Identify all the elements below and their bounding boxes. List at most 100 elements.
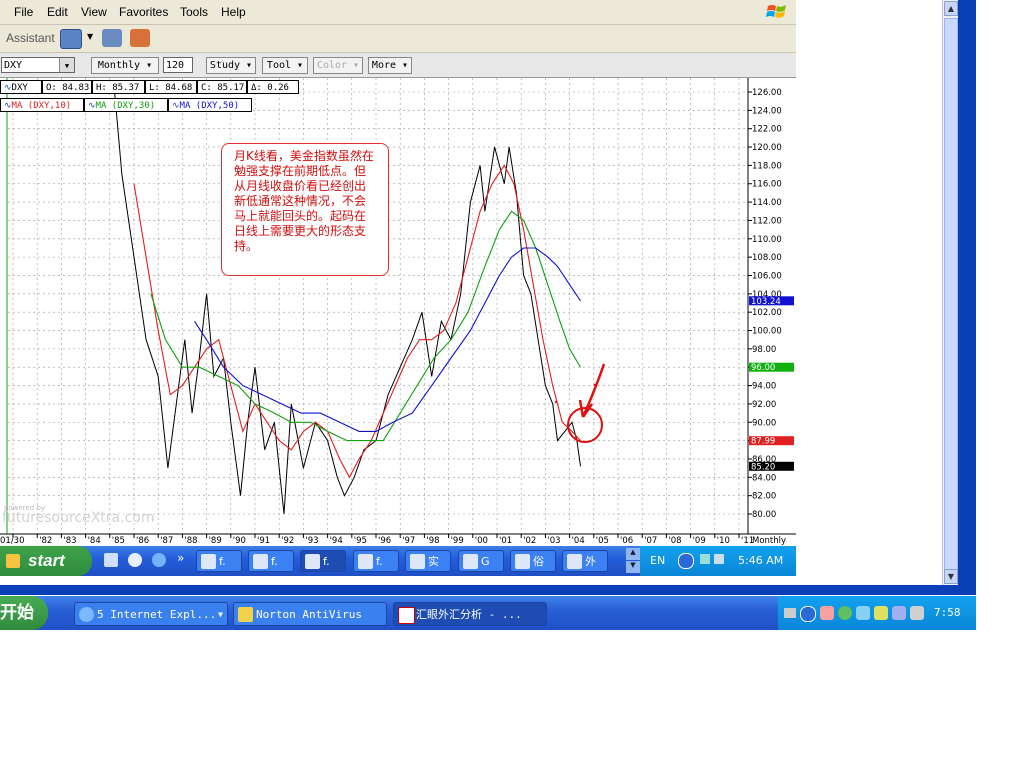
scroll-down-icon[interactable]: ▼	[626, 561, 640, 573]
tray-app-icon[interactable]	[856, 606, 870, 620]
menu-favorites[interactable]: Favorites	[119, 5, 168, 19]
y-tick-label: 100.00	[752, 327, 782, 337]
x-tick-label: '92	[281, 536, 294, 546]
ma30-legend[interactable]: ∿MA (DXY,30)	[84, 98, 168, 112]
price-tag-label: 85.20	[751, 462, 775, 472]
x-axis-ticks: 01/30 '82 '83 '84 '85 '86 '87 '88 '89 '90 '91 '92 '9…	[0, 534, 786, 546]
language-indicator[interactable]: EN	[650, 554, 665, 567]
quote-low: L: 84.68	[145, 80, 197, 94]
inner-task-item[interactable]: 外	[562, 550, 608, 572]
inner-task-item[interactable]: f.	[353, 550, 399, 572]
tray-app-icon[interactable]	[838, 606, 852, 620]
tray-app-icon[interactable]	[820, 606, 834, 620]
scroll-down-arrow-icon[interactable]: ▼	[944, 569, 958, 584]
x-axis-label: Monthly	[752, 536, 786, 546]
menu-tools[interactable]: Tools	[180, 5, 208, 19]
study-label: Study	[209, 60, 241, 71]
x-tick-label: '94	[330, 536, 343, 546]
tool-settings-icon[interactable]	[130, 29, 150, 47]
assistant-check-icon[interactable]	[60, 29, 82, 49]
scroll-thumb[interactable]	[944, 18, 958, 572]
watermark-main: futuresourceXtra.com	[2, 510, 154, 526]
x-tick-label: '86	[136, 536, 149, 546]
chevron-down-icon[interactable]: ▼	[59, 58, 74, 72]
y-tick-label: 82.00	[752, 492, 776, 502]
x-tick-label: '93	[305, 536, 318, 546]
wave-icon: ∿	[4, 83, 12, 93]
outer-start-label: 开始	[0, 603, 34, 623]
taskbar-internet-explorer[interactable]: 5 Internet Expl... ▼	[74, 602, 228, 626]
desktop-icon[interactable]	[104, 553, 118, 567]
media-icon[interactable]	[128, 553, 142, 567]
inner-task-label: G	[481, 555, 490, 568]
inner-task-item[interactable]: f.	[248, 550, 294, 572]
taskbar-norton-antivirus[interactable]: Norton AntiVirus	[233, 602, 387, 626]
menu-edit[interactable]: Edit	[47, 5, 68, 19]
taskbar-ie-label: 5 Internet Expl...	[97, 608, 217, 621]
price-chart[interactable]: 126.00 124.00 122.00 120.00 118.00 116.00 114.…	[0, 78, 796, 546]
y-tick-label: 116.00	[752, 180, 782, 190]
y-tick-label: 122.00	[752, 125, 782, 135]
assistant-label[interactable]: Assistant	[6, 31, 55, 45]
ie-icon	[79, 607, 94, 622]
chevron-right-icon[interactable]: »	[177, 551, 184, 565]
start-button[interactable]: start	[0, 546, 92, 576]
vertical-scrollbar[interactable]: ▲ ▼	[942, 0, 959, 585]
annotation-note: 月K线看，美金指数虽然在勉强支撑在前期低点。但从月线收盘价看已经创出新低通常这种…	[221, 143, 389, 276]
start-label: start	[28, 551, 65, 570]
tray-expand-icon[interactable]	[678, 553, 694, 569]
inner-task-item[interactable]: G	[458, 550, 504, 572]
x-tick-label: '87	[160, 536, 173, 546]
scroll-up-icon[interactable]: ▲	[626, 548, 640, 560]
network-icon[interactable]	[892, 606, 906, 620]
ma50-legend[interactable]: ∿MA (DXY,50)	[168, 98, 252, 112]
printer-icon[interactable]	[102, 29, 122, 47]
keyboard-icon[interactable]	[784, 608, 796, 618]
y-tick-label: 102.00	[752, 308, 782, 318]
quote-symbol-text: DXY	[11, 83, 28, 93]
menu-view[interactable]: View	[81, 5, 107, 19]
network-icon[interactable]	[700, 554, 710, 564]
taskbar-forex-label: 汇眼外汇分析 - ...	[416, 608, 522, 621]
y-tick-label: 126.00	[752, 88, 782, 98]
symbol-value: DXY	[4, 60, 23, 71]
x-tick-label: '82	[39, 536, 52, 546]
app-window-icon	[201, 554, 216, 569]
tool-button[interactable]: Tool ▾	[262, 57, 308, 74]
menu-help[interactable]: Help	[221, 5, 246, 19]
inner-task-item[interactable]: f.	[300, 550, 346, 572]
more-button[interactable]: More ▾	[368, 57, 412, 74]
bars-input[interactable]: 120	[163, 57, 193, 73]
menu-file[interactable]: File	[14, 5, 33, 19]
tray-expand-icon[interactable]	[800, 606, 816, 622]
ma10-legend[interactable]: ∿MA (DXY,10)	[0, 98, 84, 112]
red-circle-annotation	[554, 363, 606, 443]
app-window-icon	[410, 554, 425, 569]
inner-task-item[interactable]: 俗	[510, 550, 556, 572]
x-tick-label: '97	[402, 536, 415, 546]
y-tick-label: 112.00	[752, 216, 782, 226]
quote-symbol: ∿DXY	[0, 80, 42, 94]
color-button[interactable]: Color ▾	[313, 57, 363, 74]
dropdown-arrow-icon[interactable]: ▼	[87, 32, 93, 41]
inner-task-item[interactable]: 实	[405, 550, 451, 572]
outer-start-button[interactable]: 开始	[0, 596, 48, 630]
volume-icon[interactable]	[910, 606, 924, 620]
tray-app-icon[interactable]	[874, 606, 888, 620]
x-tick-label: '02	[523, 536, 536, 546]
window-frame-bottom	[0, 585, 976, 595]
chart-canvas: 126.00 124.00 122.00 120.00 118.00 116.00 114.…	[0, 78, 796, 546]
volume-icon[interactable]	[714, 554, 724, 564]
x-tick-label: '10	[717, 536, 730, 546]
inner-task-label: 外	[585, 555, 596, 568]
scroll-up-arrow-icon[interactable]: ▲	[944, 1, 958, 16]
y-tick-label: 98.00	[752, 345, 776, 355]
taskbar-forex-analysis[interactable]: 汇眼外汇分析 - ...	[393, 602, 547, 626]
quote-open: O: 84.83	[42, 80, 92, 94]
ie-quicklaunch-icon[interactable]	[152, 553, 166, 567]
period-button[interactable]: Monthly ▾	[91, 57, 159, 74]
symbol-select[interactable]: DXY ▼	[1, 57, 75, 73]
study-button[interactable]: Study ▾	[206, 57, 256, 74]
inner-task-item[interactable]: f.	[196, 550, 242, 572]
quote-close: C: 85.17	[197, 80, 247, 94]
